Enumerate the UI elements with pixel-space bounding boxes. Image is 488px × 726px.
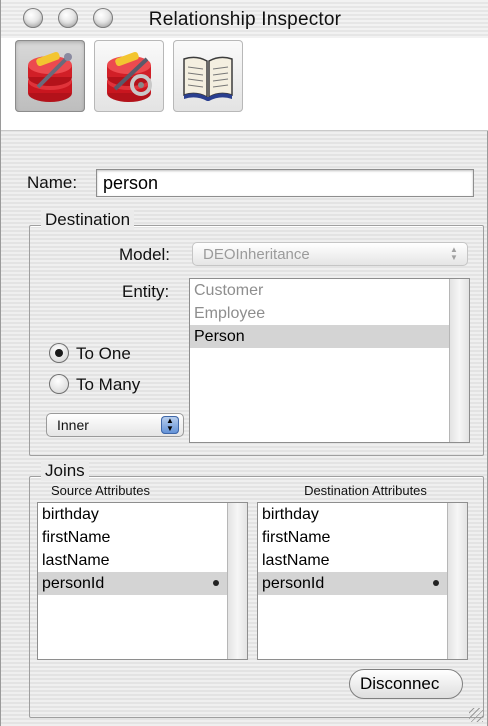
join-type-popup[interactable]: Inner ▲ ▼ bbox=[46, 413, 184, 437]
entity-label: Entity: bbox=[122, 282, 170, 301]
to-one-radio[interactable] bbox=[49, 343, 69, 363]
relationship-inspector-window: Relationship Inspector Name: person Dest… bbox=[0, 0, 488, 726]
title-bar[interactable]: Relationship Inspector bbox=[1, 0, 488, 38]
destination-attributes-header: Destination Attributes bbox=[304, 483, 427, 498]
advanced-relationship-icon bbox=[107, 51, 152, 102]
joins-group-title: Joins bbox=[41, 461, 89, 481]
join-type-value: Inner bbox=[57, 417, 89, 433]
relationship-inspector-tool[interactable] bbox=[15, 40, 85, 112]
popup-arrows-icon: ▲ ▼ bbox=[450, 245, 458, 262]
join-connection-icon bbox=[213, 580, 219, 586]
to-one-label[interactable]: To One bbox=[76, 344, 131, 364]
destination-attribute-label: personId bbox=[262, 575, 325, 592]
destination-attributes-list[interactable]: birthday firstName lastName personId bbox=[257, 502, 468, 660]
to-many-label[interactable]: To Many bbox=[76, 375, 140, 395]
window-title: Relationship Inspector bbox=[148, 9, 342, 30]
destination-attribute-item-selected[interactable]: personId bbox=[258, 572, 467, 595]
disconnect-button[interactable]: Disconnec bbox=[349, 669, 463, 699]
destination-attribute-item[interactable]: lastName bbox=[258, 549, 467, 572]
entity-item[interactable]: Person bbox=[190, 325, 469, 348]
book-icon bbox=[183, 56, 233, 101]
source-attributes-scrollbar[interactable] bbox=[227, 503, 247, 659]
popup-arrows-icon: ▲ ▼ bbox=[161, 416, 179, 434]
entity-item[interactable]: Customer bbox=[190, 279, 469, 302]
destination-attributes-scrollbar[interactable] bbox=[447, 503, 467, 659]
join-connection-icon bbox=[433, 580, 439, 586]
destination-attribute-item[interactable]: birthday bbox=[258, 503, 467, 526]
model-label: Model: bbox=[119, 245, 171, 264]
source-attribute-label: personId bbox=[42, 575, 105, 592]
model-popup[interactable]: DEOInheritance ▲ ▼ bbox=[192, 242, 468, 266]
source-attributes-header: Source Attributes bbox=[51, 483, 150, 498]
destination-attribute-item[interactable]: firstName bbox=[258, 526, 467, 549]
inspector-toolbar bbox=[1, 38, 488, 131]
resize-grip-icon[interactable] bbox=[469, 708, 483, 722]
to-many-radio[interactable] bbox=[49, 374, 69, 394]
relationship-inspector-icon bbox=[28, 51, 72, 102]
source-attribute-item[interactable]: lastName bbox=[38, 549, 247, 572]
documentation-tool[interactable] bbox=[173, 40, 243, 112]
entity-item[interactable]: Employee bbox=[190, 302, 469, 325]
model-popup-value: DEOInheritance bbox=[203, 246, 310, 263]
entity-list-scrollbar[interactable] bbox=[449, 279, 469, 442]
source-attribute-item[interactable]: firstName bbox=[38, 526, 247, 549]
entity-list[interactable]: Customer Employee Person bbox=[189, 278, 470, 443]
advanced-relationship-tool[interactable] bbox=[94, 40, 164, 112]
destination-group-title: Destination bbox=[41, 210, 135, 230]
source-attributes-list[interactable]: birthday firstName lastName personId bbox=[37, 502, 248, 660]
name-label: Name: bbox=[27, 173, 78, 192]
source-attribute-item-selected[interactable]: personId bbox=[38, 572, 247, 595]
source-attribute-item[interactable]: birthday bbox=[38, 503, 247, 526]
name-field[interactable]: person bbox=[96, 169, 474, 197]
